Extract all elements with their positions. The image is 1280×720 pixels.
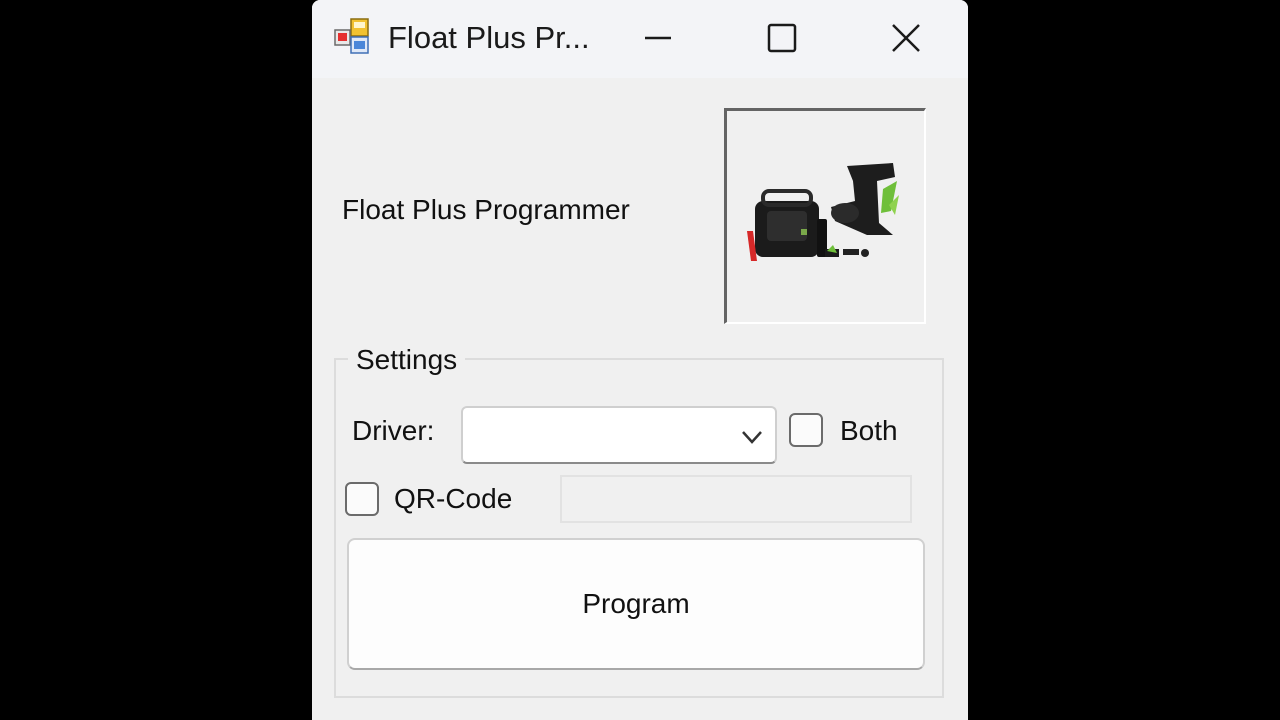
product-image <box>724 108 926 324</box>
qr-code-checkbox-label: QR-Code <box>394 483 513 514</box>
close-icon <box>892 24 920 52</box>
maximize-icon <box>767 23 797 53</box>
qr-code-checkbox[interactable] <box>345 482 379 516</box>
chevron-down-icon <box>742 431 762 444</box>
product-photo <box>747 163 899 261</box>
maximize-button[interactable] <box>720 0 844 76</box>
app-window: Float Plus Pr... Float Plus Programmer S… <box>312 0 968 720</box>
both-checkbox[interactable] <box>789 413 823 447</box>
program-button[interactable]: Program <box>347 538 925 670</box>
app-header-label: Float Plus Programmer <box>342 194 630 225</box>
app-window-icon <box>334 18 369 54</box>
close-button[interactable] <box>844 0 968 76</box>
qr-code-input[interactable] <box>560 475 912 523</box>
minimize-icon <box>645 36 671 40</box>
driver-label: Driver: <box>352 415 435 446</box>
both-checkbox-label: Both <box>840 415 898 446</box>
title-bar[interactable]: Float Plus Pr... <box>312 0 968 78</box>
driver-dropdown[interactable] <box>461 406 777 464</box>
settings-group-label: Settings <box>348 340 466 380</box>
window-title: Float Plus Pr... <box>388 20 590 55</box>
minimize-button[interactable] <box>596 0 720 76</box>
